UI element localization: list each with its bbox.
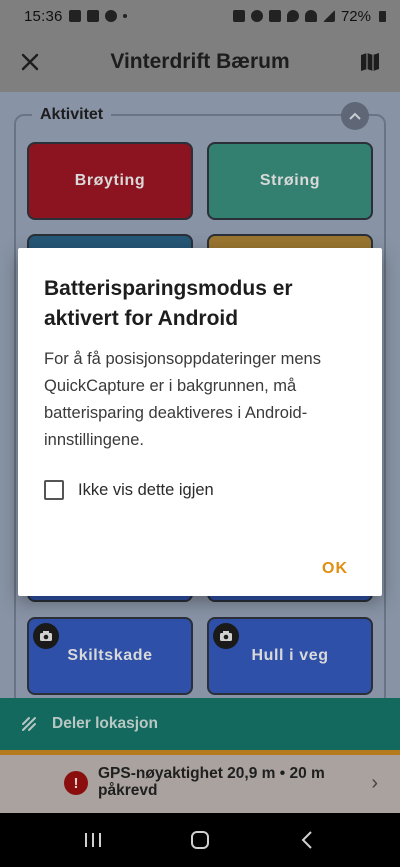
wifi-icon bbox=[304, 10, 317, 22]
dont-show-again-checkbox[interactable] bbox=[44, 480, 64, 500]
home-button[interactable] bbox=[175, 820, 225, 860]
activity-group-header: Aktivitet bbox=[32, 102, 112, 128]
error-icon: ! bbox=[64, 771, 88, 795]
chevron-right-icon: › bbox=[371, 772, 378, 794]
ok-button[interactable]: OK bbox=[322, 560, 348, 578]
status-right: 72% bbox=[232, 7, 386, 25]
tile-label: Hull i veg bbox=[251, 647, 329, 664]
share-location-label: Deler lokasjon bbox=[52, 715, 158, 732]
tile-broyting[interactable]: Brøyting bbox=[27, 142, 193, 220]
tile-hull-i-veg[interactable]: Hull i veg bbox=[207, 617, 373, 695]
chat-notification-icon bbox=[104, 10, 117, 22]
battery-icon bbox=[379, 10, 386, 22]
lock-icon bbox=[232, 10, 245, 22]
dialog-body: For å få posisjonsoppdateringer mens Qui… bbox=[44, 350, 321, 449]
gallery-notification-icon bbox=[68, 10, 81, 22]
gps-accuracy-bar[interactable]: ! GPS-nøyaktighet 20,9 m • 20 m påkrevd … bbox=[0, 755, 400, 813]
tile-stroing[interactable]: Strøing bbox=[207, 142, 373, 220]
group-divider bbox=[135, 114, 335, 116]
collapse-button[interactable] bbox=[341, 102, 369, 130]
app-header: Vinterdrift Bærum bbox=[0, 32, 400, 92]
group-label: Aktivitet bbox=[40, 106, 104, 123]
alarm-icon bbox=[250, 10, 263, 22]
dialog-title: Batterisparingsmodus er aktivert for And… bbox=[44, 277, 293, 330]
dont-show-again-label[interactable]: Ikke vis dette igjen bbox=[78, 481, 214, 500]
mute-icon bbox=[268, 10, 281, 22]
dont-show-again-row[interactable]: Ikke vis dette igjen bbox=[44, 480, 356, 500]
map-button[interactable] bbox=[340, 32, 400, 92]
more-notifications-icon bbox=[122, 14, 127, 18]
tile-label: Strøing bbox=[259, 172, 321, 189]
gps-accuracy-text: GPS-nøyaktighet 20,9 m • 20 m påkrevd bbox=[98, 765, 325, 799]
location-icon bbox=[286, 10, 299, 22]
status-left: 15:36 bbox=[24, 8, 127, 25]
map-icon bbox=[361, 53, 379, 71]
tile-label: Skiltskade bbox=[67, 647, 153, 664]
back-button[interactable] bbox=[282, 820, 332, 860]
signal-icon bbox=[322, 10, 335, 22]
battery-saver-dialog: Batterisparingsmodus er aktivert for And… bbox=[18, 248, 382, 596]
share-location-bar[interactable]: Deler lokasjon bbox=[0, 698, 400, 750]
share-location-icon bbox=[22, 717, 36, 731]
outlook-notification-icon bbox=[86, 10, 99, 22]
close-icon bbox=[21, 53, 39, 71]
camera-icon bbox=[33, 623, 59, 649]
recent-apps-icon bbox=[85, 833, 102, 847]
tile-label: Brøyting bbox=[74, 172, 146, 189]
status-bar: 15:36 72% bbox=[0, 0, 400, 32]
home-icon bbox=[190, 831, 209, 849]
status-time: 15:36 bbox=[24, 7, 63, 25]
camera-icon bbox=[213, 623, 239, 649]
system-nav-bar bbox=[0, 813, 400, 867]
page-title: Vinterdrift Bærum bbox=[110, 50, 290, 73]
close-button[interactable] bbox=[0, 32, 60, 92]
back-icon bbox=[301, 831, 312, 849]
chevron-up-icon bbox=[349, 112, 361, 120]
battery-percent: 72% bbox=[340, 7, 371, 25]
recent-apps-button[interactable] bbox=[68, 820, 118, 860]
tile-skiltskade[interactable]: Skiltskade bbox=[27, 617, 193, 695]
